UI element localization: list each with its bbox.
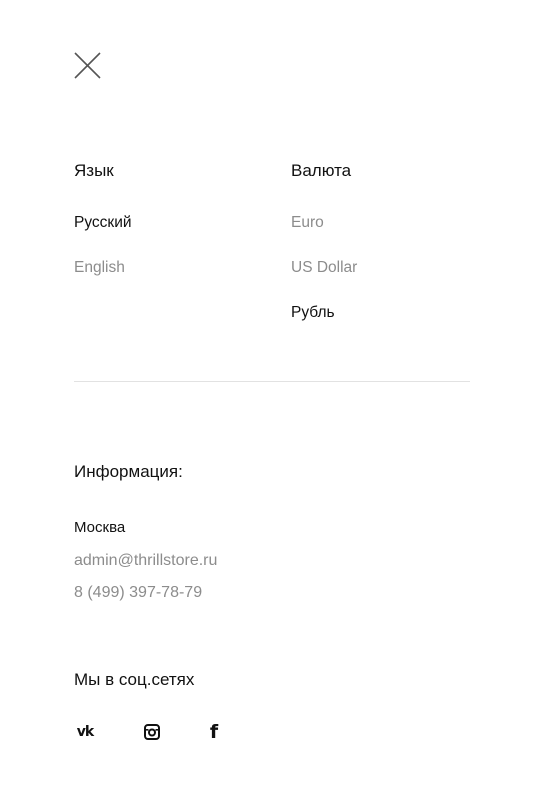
instagram-icon <box>144 724 160 740</box>
facebook-icon: f <box>209 721 219 743</box>
instagram-link[interactable] <box>143 722 161 742</box>
language-option-english[interactable]: English <box>74 258 132 278</box>
social-title: Мы в соц.сетях <box>74 670 195 689</box>
vk-link[interactable]: vk <box>74 722 96 742</box>
vk-icon: vk <box>76 724 94 740</box>
info-phone-link[interactable]: 8 (499) 397-78-79 <box>74 582 202 604</box>
facebook-link[interactable]: f <box>207 722 221 742</box>
currency-option-euro[interactable]: Euro <box>291 213 357 233</box>
currency-option-rub[interactable]: Рубль <box>291 303 357 323</box>
language-title: Язык <box>74 161 114 180</box>
divider <box>74 381 470 382</box>
info-email-link[interactable]: admin@thrillstore.ru <box>74 550 217 572</box>
currency-selector: Валюта Euro US Dollar Рубль <box>291 160 357 348</box>
language-option-russian[interactable]: Русский <box>74 213 132 233</box>
language-selector: Язык Русский English <box>74 160 132 303</box>
info-city: Москва <box>74 519 126 536</box>
currency-title: Валюта <box>291 161 352 180</box>
info-title: Информация: <box>74 462 183 481</box>
currency-option-usd[interactable]: US Dollar <box>291 258 357 278</box>
close-icon <box>74 52 101 79</box>
close-button[interactable] <box>72 50 104 82</box>
